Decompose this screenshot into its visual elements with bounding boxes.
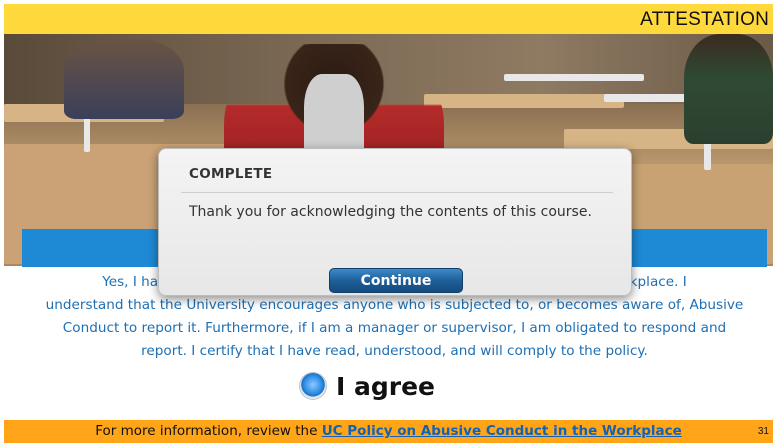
dialog-divider	[181, 192, 613, 193]
header-bar: ATTESTATION	[4, 4, 773, 34]
page-number: 31	[757, 426, 769, 437]
dialog-message: Thank you for acknowledging the contents…	[189, 204, 592, 220]
page-title: ATTESTATION	[640, 9, 769, 30]
dialog-title: COMPLETE	[189, 166, 273, 182]
attestation-line: Conduct to report it. Furthermore, if I …	[62, 320, 727, 336]
agree-option[interactable]: I agree	[300, 370, 435, 402]
footer-text: For more information, review the UC Poli…	[4, 423, 773, 439]
radio-selected-icon[interactable]	[300, 373, 326, 399]
policy-link[interactable]: UC Policy on Abusive Conduct in the Work…	[322, 423, 682, 439]
footer-prefix: For more information, review the	[95, 423, 322, 439]
continue-button[interactable]: Continue	[329, 268, 463, 293]
completion-dialog: COMPLETE Thank you for acknowledging the…	[158, 148, 632, 296]
agree-label[interactable]: I agree	[336, 372, 435, 401]
footer-bar: For more information, review the UC Poli…	[4, 420, 773, 443]
attestation-line: understand that the University encourage…	[45, 297, 744, 313]
attestation-line: report. I certify that I have read, unde…	[141, 343, 648, 359]
